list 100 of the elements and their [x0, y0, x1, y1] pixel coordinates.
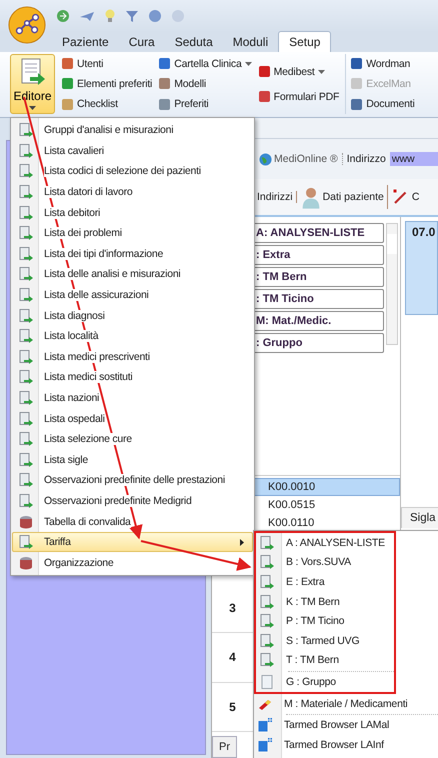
catalog-button[interactable]: : Extra	[253, 245, 384, 265]
document-arrow-icon	[19, 123, 33, 138]
document-arrow-icon	[260, 555, 274, 570]
scrollbar[interactable]	[386, 223, 398, 345]
submenu-item[interactable]: P : TM Ticino	[256, 611, 394, 631]
submenu-item[interactable]: S : Tarmed UVG	[256, 630, 394, 651]
ribbon-item[interactable]: Medibest	[258, 65, 340, 78]
toolbar-button[interactable]: Indirizzi	[257, 191, 297, 203]
menu-item[interactable]: Tariffa	[12, 532, 253, 552]
ribbon-item[interactable]: Documenti	[350, 98, 415, 111]
document-arrow-icon	[260, 594, 274, 609]
document-arrow-icon	[19, 185, 33, 200]
submenu-item[interactable]: A : ANALYSEN-LISTE	[256, 533, 394, 553]
menu-item[interactable]: Organizzazione	[12, 552, 253, 574]
ribbon-tab[interactable]: Cura	[118, 32, 165, 52]
ribbon-item[interactable]: Wordman	[350, 57, 415, 70]
document-arrow-icon	[19, 267, 33, 282]
document-arrow-icon	[260, 574, 274, 589]
document-arrow-icon	[260, 536, 274, 550]
document-arrow-icon	[19, 535, 33, 550]
document-arrow-icon	[19, 370, 33, 384]
document-arrow-icon	[19, 329, 33, 344]
code-row[interactable]: K00.0110	[253, 514, 400, 532]
menu-item[interactable]: Lista diagnosi	[12, 305, 253, 326]
ribbon-item[interactable]: Cartella Clinica	[158, 57, 252, 70]
panel-tab[interactable]: Pr	[212, 736, 237, 758]
address-field[interactable]: www	[390, 152, 438, 166]
document-arrow-icon	[19, 246, 33, 261]
tarmed-browser-icon	[258, 718, 272, 732]
menu-item[interactable]: Lista ospedali	[12, 408, 253, 429]
submenu-item[interactable]: B : Vors.SUVA	[256, 552, 394, 572]
ribbon-item[interactable]: Utenti	[61, 57, 152, 70]
catalog-button[interactable]: A: ANALYSEN-LISTE	[253, 223, 384, 243]
submenu-item[interactable]: K : TM Bern	[256, 592, 394, 612]
menu-item[interactable]: Lista datori di lavoro	[12, 182, 253, 202]
document-arrow-icon	[19, 473, 33, 488]
menu-item[interactable]: Lista sigle	[12, 450, 253, 470]
appointment-card[interactable]: 07.0	[405, 221, 438, 315]
document-arrow-icon	[19, 206, 33, 220]
ribbon-item[interactable]: Elementi preferiti	[61, 77, 152, 90]
catalog-button[interactable]: : TM Bern	[253, 267, 384, 287]
editor-button[interactable]: Editore	[10, 54, 55, 114]
submenu-item[interactable]: T : TM Bern	[256, 650, 394, 670]
column-header[interactable]: Sigla	[401, 507, 438, 528]
catalog-button[interactable]: M: Mat./Medic.	[253, 311, 384, 331]
menu-item[interactable]: Gruppi d'analisi e misurazioni	[12, 120, 253, 141]
menu-item[interactable]: Lista dei problemi	[12, 222, 253, 244]
toolbar-button[interactable]: C	[392, 188, 422, 206]
database-icon	[19, 514, 33, 529]
ribbon-item[interactable]: Preferiti	[158, 98, 252, 111]
document-arrow-icon	[19, 226, 33, 240]
catalog-button[interactable]: : TM Ticino	[253, 289, 384, 309]
ribbon-item[interactable]: Formulari PDF	[258, 90, 340, 103]
menu-item[interactable]: Lista delle analisi e misurazioni	[12, 264, 253, 285]
menu-item[interactable]: Lista medici sostituti	[12, 367, 253, 388]
medionline-button[interactable]: MediOnline ®	[259, 152, 338, 166]
menu-item[interactable]: Lista località	[12, 326, 253, 347]
database-icon	[19, 556, 33, 570]
document-arrow-icon	[19, 412, 33, 426]
filter-icon[interactable]	[125, 9, 139, 23]
menu-item[interactable]: Lista delle assicurazioni	[12, 284, 253, 306]
document-arrow-icon	[20, 58, 46, 86]
ribbon-item[interactable]: Modelli	[158, 77, 252, 90]
document-arrow-icon	[19, 432, 33, 446]
menu-item[interactable]: Lista cavalieri	[12, 140, 253, 162]
document-arrow-icon	[19, 308, 33, 323]
submenu-item[interactable]: G : Gruppo	[256, 672, 394, 692]
submenu-item[interactable]: E : Extra	[256, 572, 394, 592]
document-arrow-icon	[260, 653, 274, 668]
menu-item[interactable]: Lista codici di selezione dei pazienti	[12, 161, 253, 182]
catalog-button[interactable]: : Gruppo	[253, 333, 384, 353]
submenu-item[interactable]: Tarmed Browser LAInf	[254, 734, 438, 755]
lightbulb-icon[interactable]	[104, 9, 116, 23]
submenu-item[interactable]: Tarmed Browser LAMal	[254, 715, 438, 735]
refresh-icon[interactable]	[56, 9, 70, 23]
document-arrow-icon	[19, 144, 33, 158]
document-arrow-icon	[19, 164, 33, 178]
code-row[interactable]: K00.0010	[253, 478, 400, 496]
document-arrow-icon	[19, 391, 33, 406]
ribbon-tab[interactable]: Setup	[278, 31, 332, 52]
menu-item[interactable]: Lista selezione cure	[12, 428, 253, 450]
menu-item[interactable]: Lista medici prescriventi	[12, 346, 253, 368]
address-label: Indirizzo	[342, 153, 386, 165]
submenu-arrow-icon	[240, 538, 244, 546]
menu-item[interactable]: Tabella di convalida	[12, 511, 253, 532]
code-row[interactable]: K00.0515	[253, 496, 400, 514]
airplane-icon[interactable]	[79, 9, 95, 23]
menu-item[interactable]: Lista nazioni	[12, 388, 253, 408]
menu-item[interactable]: Lista debitori	[12, 202, 253, 223]
ribbon-tab[interactable]: Paziente	[52, 32, 119, 52]
menu-item[interactable]: Osservazioni predefinite Medigrid	[12, 490, 253, 512]
ribbon-tab[interactable]: Seduta	[164, 32, 223, 52]
submenu-item[interactable]: M : Materiale / Medicamenti	[254, 694, 438, 714]
menu-item[interactable]: Lista dei tipi d'informazione	[12, 244, 253, 264]
ribbon-item[interactable]: Checklist	[61, 98, 152, 111]
toolbar-button[interactable]: Dati paziente	[300, 185, 388, 209]
menu-item[interactable]: Osservazioni predefinite delle prestazioni	[12, 470, 253, 491]
document-arrow-icon	[19, 350, 33, 364]
ribbon-tab[interactable]: Moduli	[222, 32, 278, 52]
document-arrow-icon	[19, 494, 33, 508]
